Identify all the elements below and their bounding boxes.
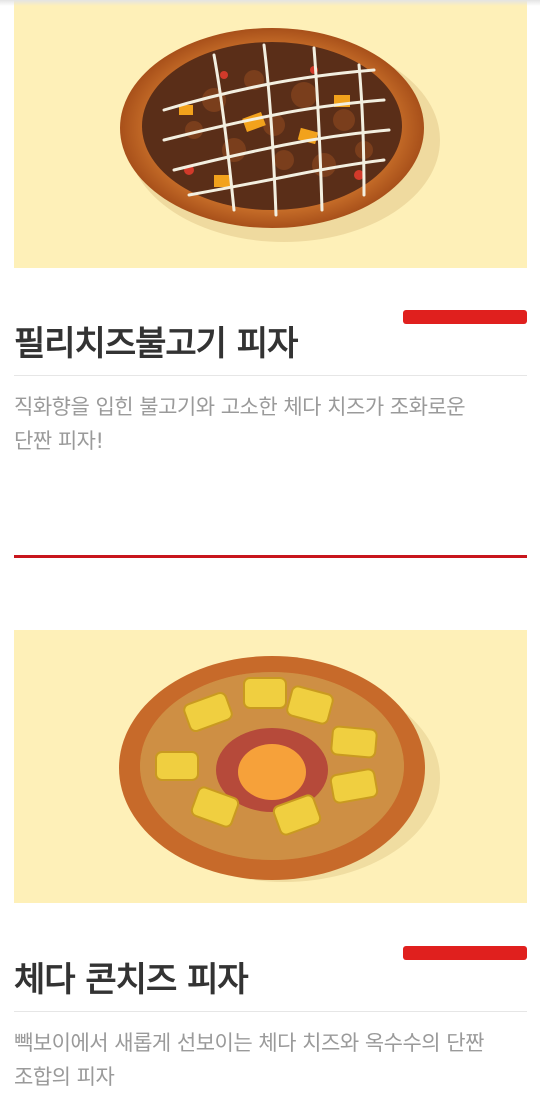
menu-card-cheddar-corn-cheese[interactable]: 체다 콘치즈 피자 빽보이에서 새롭게 선보이는 체다 치즈와 옥수수의 단짠 … [14, 630, 527, 1094]
badge-bar [403, 946, 527, 960]
menu-description-line: 단짠 피자! [14, 429, 104, 453]
menu-title-row: 체다 콘치즈 피자 [14, 946, 527, 1012]
menu-description: 직화향을 입힌 불고기와 고소한 체다 치즈가 조화로운 단짠 피자! [14, 390, 527, 458]
menu-description: 빽보이에서 새롭게 선보이는 체다 치즈와 옥수수의 단짠 조합의 피자 [14, 1026, 527, 1094]
menu-description-line: 빽보이에서 새롭게 선보이는 체다 치즈와 옥수수의 단짠 [14, 1031, 484, 1055]
menu-image-box[interactable] [14, 0, 527, 268]
pizza-bulgogi-image [120, 28, 440, 242]
section-divider [14, 555, 527, 558]
pizza-corn-image [119, 656, 440, 882]
menu-image-box[interactable] [14, 630, 527, 903]
menu-title[interactable]: 체다 콘치즈 피자 [14, 952, 249, 1001]
menu-card-philly-cheese-bulgogi[interactable]: 필리치즈불고기 피자 직화향을 입힌 불고기와 고소한 체다 치즈가 조화로운 … [14, 0, 527, 458]
menu-title[interactable]: 필리치즈불고기 피자 [14, 316, 298, 365]
menu-list-page: 필리치즈불고기 피자 직화향을 입힌 불고기와 고소한 체다 치즈가 조화로운 … [0, 0, 540, 1118]
badge-bar [403, 310, 527, 324]
menu-title-row: 필리치즈불고기 피자 [14, 310, 527, 376]
menu-description-line: 조합의 피자 [14, 1065, 115, 1089]
top-shadow [0, 0, 540, 6]
menu-description-line: 직화향을 입힌 불고기와 고소한 체다 치즈가 조화로운 [14, 395, 466, 419]
